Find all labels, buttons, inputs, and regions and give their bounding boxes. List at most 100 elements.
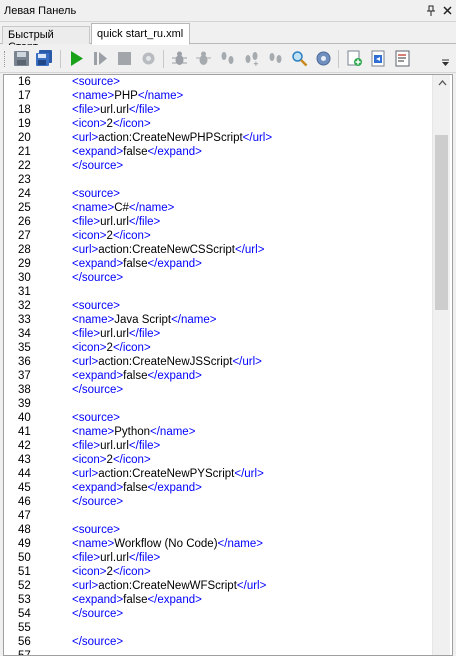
toolbar-overflow-icon[interactable] xyxy=(438,55,452,69)
code-line[interactable]: 48 <source> xyxy=(4,523,432,537)
code-line[interactable]: 54 </source> xyxy=(4,607,432,621)
code-line[interactable]: 41 <name>Python</name> xyxy=(4,425,432,439)
code-line[interactable]: 26 <file>url.url</file> xyxy=(4,215,432,229)
debug-alt-icon[interactable] xyxy=(194,49,213,68)
step-icon[interactable] xyxy=(91,49,110,68)
line-number: 45 xyxy=(18,482,31,494)
code-line[interactable]: 27 <icon>2</icon> xyxy=(4,229,432,243)
xml-tag: <name> xyxy=(72,538,115,550)
xml-tag: <source> xyxy=(72,412,120,424)
code-line[interactable]: 30 </source> xyxy=(4,271,432,285)
line-number: 32 xyxy=(18,300,31,312)
code-line[interactable]: 37 <expand>false</expand> xyxy=(4,369,432,383)
code-line[interactable]: 53 <expand>false</expand> xyxy=(4,593,432,607)
code-line[interactable]: 50 <file>url.url</file> xyxy=(4,551,432,565)
xml-tag: <icon> xyxy=(72,230,107,242)
code-line[interactable]: 16 <source> xyxy=(4,75,432,89)
code-line[interactable]: 21 <expand>false</expand> xyxy=(4,145,432,159)
xml-tag: </icon> xyxy=(112,342,151,354)
code-line[interactable]: 45 <expand>false</expand> xyxy=(4,481,432,495)
code-line[interactable]: 28 <url>action:CreateNewCSScript</url> xyxy=(4,243,432,257)
code-line[interactable]: 23 xyxy=(4,173,432,187)
code-line[interactable]: 40 <source> xyxy=(4,411,432,425)
xml-tag: </file> xyxy=(128,104,161,116)
code-line[interactable]: 31 xyxy=(4,285,432,299)
code-editor[interactable]: 16 <source> 17 <name>PHP</name> 18 <file>url.… xyxy=(3,74,453,656)
footsteps-alt-icon[interactable]: + xyxy=(242,49,261,68)
tab-quick-start-xml[interactable]: quick start_ru.xml xyxy=(91,23,190,45)
line-number: 46 xyxy=(18,496,31,508)
new-document-icon[interactable] xyxy=(345,49,364,68)
vertical-scrollbar[interactable] xyxy=(432,75,450,655)
tab-strip: Быстрый Старт quick start_ru.xml xyxy=(0,22,456,53)
code-line[interactable]: 46 </source> xyxy=(4,495,432,509)
code-line[interactable]: 38 </source> xyxy=(4,383,432,397)
code-line[interactable]: 49 <name>Workflow (No Code)</name> xyxy=(4,537,432,551)
code-line[interactable]: 43 <icon>2</icon> xyxy=(4,453,432,467)
debug-icon[interactable] xyxy=(170,49,189,68)
xml-tag: </url> xyxy=(232,356,262,368)
code-line[interactable]: 22 </source> xyxy=(4,159,432,173)
xml-value: PHP xyxy=(114,90,138,102)
code-line[interactable]: 36 <url>action:CreateNewJSScript</url> xyxy=(4,355,432,369)
xml-tag: <url> xyxy=(72,580,99,592)
code-line[interactable]: 55 xyxy=(4,621,432,635)
xml-value: false xyxy=(123,146,148,158)
xml-tag: </icon> xyxy=(112,566,151,578)
xml-tag: <expand> xyxy=(72,482,124,494)
save-all-icon[interactable] xyxy=(35,49,54,68)
code-line[interactable]: 44 <url>action:CreateNewPYScript</url> xyxy=(4,467,432,481)
code-line[interactable]: 20 <url>action:CreateNewPHPScript</url> xyxy=(4,131,432,145)
line-text xyxy=(52,285,72,299)
code-line[interactable]: 42 <file>url.url</file> xyxy=(4,439,432,453)
code-line[interactable]: 52 <url>action:CreateNewWFScript</url> xyxy=(4,579,432,593)
line-number: 33 xyxy=(18,314,31,326)
code-line[interactable]: 25 <name>C#</name> xyxy=(4,201,432,215)
xml-tag: </file> xyxy=(128,328,161,340)
stop-icon[interactable] xyxy=(115,49,134,68)
code-line[interactable]: 39 xyxy=(4,397,432,411)
settings-disabled-icon[interactable] xyxy=(139,49,158,68)
pin-icon[interactable] xyxy=(424,4,438,18)
code-line[interactable]: 35 <icon>2</icon> xyxy=(4,341,432,355)
code-line[interactable]: 56 </source> xyxy=(4,635,432,649)
form-icon[interactable] xyxy=(393,49,412,68)
code-line[interactable]: 19 <icon>2</icon> xyxy=(4,117,432,131)
footsteps-icon[interactable] xyxy=(218,49,237,68)
code-line[interactable]: 51 <icon>2</icon> xyxy=(4,565,432,579)
code-line[interactable]: 24 <source> xyxy=(4,187,432,201)
xml-tag: <source> xyxy=(72,188,120,200)
line-number: 56 xyxy=(18,636,31,648)
code-line[interactable]: 34 <file>url.url</file> xyxy=(4,327,432,341)
close-icon[interactable] xyxy=(440,4,454,18)
code-line[interactable]: 29 <expand>false</expand> xyxy=(4,257,432,271)
toolbar-separator xyxy=(163,50,164,68)
run-icon[interactable] xyxy=(67,49,86,68)
xml-tag: <expand> xyxy=(72,370,124,382)
import-icon[interactable] xyxy=(369,49,388,68)
xml-tag: </url> xyxy=(235,244,265,256)
gear-icon[interactable] xyxy=(314,49,333,68)
scroll-up-icon[interactable] xyxy=(433,75,451,91)
xml-tag: <file> xyxy=(72,552,101,564)
line-text: <expand>false</expand> xyxy=(52,369,202,383)
toolbar-grip[interactable] xyxy=(4,51,7,67)
line-text: </source> xyxy=(52,383,123,397)
line-text: <name>Java Script</name> xyxy=(52,313,217,327)
xml-tag: </icon> xyxy=(112,454,151,466)
code-line[interactable]: 47 xyxy=(4,509,432,523)
line-text: <url>action:CreateNewWFScript</url> xyxy=(52,579,266,593)
line-number: 35 xyxy=(18,342,31,354)
code-line[interactable]: 18 <file>url.url</file> xyxy=(4,103,432,117)
code-line[interactable]: 32 <source> xyxy=(4,299,432,313)
code-line[interactable]: 57 xyxy=(4,649,432,655)
tab-quick-start[interactable]: Быстрый Старт xyxy=(2,26,90,53)
footsteps-over-icon[interactable] xyxy=(266,49,285,68)
scrollbar-thumb[interactable] xyxy=(435,135,448,310)
line-text: <name>Workflow (No Code)</name> xyxy=(52,537,263,551)
code-area[interactable]: 16 <source> 17 <name>PHP</name> 18 <file>url.… xyxy=(4,75,432,655)
code-line[interactable]: 17 <name>PHP</name> xyxy=(4,89,432,103)
save-icon[interactable] xyxy=(12,49,31,68)
code-line[interactable]: 33 <name>Java Script</name> xyxy=(4,313,432,327)
search-icon[interactable] xyxy=(290,49,309,68)
